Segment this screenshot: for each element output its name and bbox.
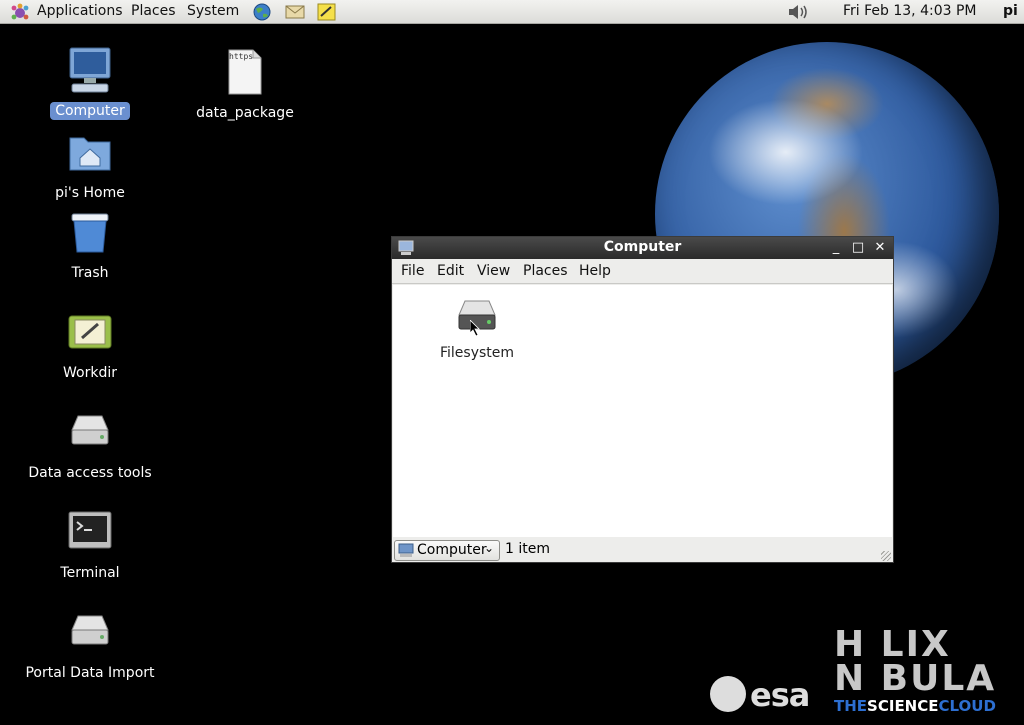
desktop-icon-terminal[interactable]: Terminal: [15, 508, 165, 582]
minimize-button[interactable]: _: [828, 240, 844, 256]
terminal-icon: [68, 511, 112, 549]
window-titlebar[interactable]: Computer _ □ ✕: [392, 237, 893, 259]
workdir-icon: [68, 315, 112, 349]
computer-window: Computer _ □ ✕ File Edit View Places Hel…: [391, 236, 894, 563]
desktop-icon-label: Terminal: [60, 565, 120, 581]
menu-places[interactable]: Places: [131, 3, 176, 19]
menu-applications[interactable]: Applications: [37, 3, 123, 19]
helix-logo-line1: H LIX: [834, 624, 951, 665]
menu-places[interactable]: Places: [523, 263, 568, 279]
esa-logo-text: esa: [750, 676, 810, 714]
location-dropdown[interactable]: Computer ⌄: [394, 540, 500, 561]
desktop-icon-computer[interactable]: Computer: [15, 46, 165, 120]
mail-icon[interactable]: [284, 2, 306, 22]
top-panel: Applications Places System Fri Feb 13, 4…: [0, 0, 1024, 24]
computer-icon: [398, 543, 414, 557]
resize-grip[interactable]: [881, 551, 891, 561]
helix-logo-line2: N BULA: [834, 658, 997, 699]
maximize-button[interactable]: □: [850, 240, 866, 256]
text-editor-icon[interactable]: [316, 2, 338, 22]
chevron-down-icon: ⌄: [483, 541, 494, 555]
gnome-foot-icon[interactable]: [10, 3, 30, 21]
helix-nebula-logo: H LIX N BULA THESCIENCECLOUD: [834, 624, 1019, 716]
desktop-icon-data-package[interactable]: https data_package: [170, 48, 320, 122]
desktop-icon-label: data_package: [196, 105, 294, 121]
trash-icon: [71, 213, 109, 253]
file-preview-text: https: [229, 52, 254, 61]
home-folder-icon: [69, 137, 111, 171]
desktop-icon-home[interactable]: pi's Home: [15, 128, 165, 202]
mouse-pointer-icon: [470, 320, 480, 336]
window-menubar: File Edit View Places Help: [392, 259, 893, 284]
computer-icon: [69, 47, 111, 93]
volume-icon[interactable]: [786, 3, 810, 21]
helix-tagline: THESCIENCECLOUD: [834, 697, 996, 715]
web-browser-icon[interactable]: [251, 2, 273, 22]
desktop-icon-portal-data-import[interactable]: Portal Data Import: [15, 608, 165, 682]
menu-help[interactable]: Help: [579, 263, 611, 279]
menu-file[interactable]: File: [401, 263, 424, 279]
desktop-icon-label: pi's Home: [55, 185, 125, 201]
desktop-icon-label: Computer: [50, 102, 130, 120]
window-title: Computer: [603, 239, 682, 255]
window-content: Filesystem: [393, 285, 892, 537]
desktop-icon-label: Portal Data Import: [25, 665, 155, 681]
close-button[interactable]: ✕: [872, 240, 888, 256]
desktop-icon-workdir[interactable]: Workdir: [15, 308, 165, 382]
item-count: 1 item: [505, 541, 550, 557]
filesystem-label: Filesystem: [439, 345, 515, 361]
panel-user[interactable]: pi: [1003, 3, 1018, 19]
desktop-icon-data-access-tools[interactable]: Data access tools: [15, 408, 165, 482]
status-bar: Computer ⌄ 1 item: [392, 537, 893, 563]
desktop-icon-trash[interactable]: Trash: [15, 208, 165, 282]
menu-view[interactable]: View: [477, 263, 510, 279]
desktop-icon-label: Workdir: [63, 365, 117, 381]
location-dropdown-value: Computer: [417, 542, 487, 558]
panel-clock[interactable]: Fri Feb 13, 4:03 PM: [843, 3, 977, 19]
esa-logo-circle: [710, 676, 746, 712]
menu-system[interactable]: System: [187, 3, 239, 19]
desktop-icon-label: Trash: [71, 265, 109, 281]
desktop-icon-label: Data access tools: [28, 465, 152, 481]
menu-edit[interactable]: Edit: [437, 263, 464, 279]
drive-icon: [71, 415, 109, 445]
drive-icon: [71, 615, 109, 645]
